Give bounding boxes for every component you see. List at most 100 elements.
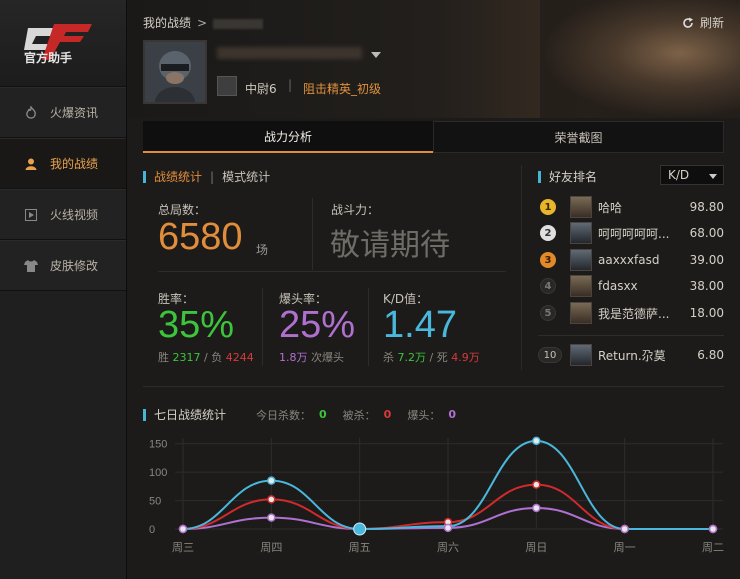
divider — [312, 198, 313, 270]
combat-power-value: 敬请期待 — [330, 228, 450, 263]
rank-number: 5 — [540, 305, 556, 321]
friend-value: 98.80 — [689, 200, 724, 214]
ranking-sort-select[interactable]: K/D — [660, 165, 724, 185]
sidebar-item-news[interactable]: 火爆资讯 — [0, 87, 126, 138]
loss-count: 4244 — [225, 351, 254, 364]
kill-count: 7.2万 — [397, 351, 427, 364]
kill-prefix: 杀 — [383, 351, 394, 364]
account-dropdown-caret[interactable] — [371, 52, 381, 58]
friend-avatar — [570, 196, 592, 218]
cf-logo-icon: 官方助手 — [24, 24, 92, 65]
loss-prefix: / 负 — [200, 351, 223, 364]
data-point — [443, 523, 453, 533]
friend-avatar — [570, 249, 592, 271]
self-rank-number: 10 — [538, 347, 562, 363]
user-icon — [24, 157, 38, 171]
stats-subtabs: 战绩统计 | 模式统计 — [143, 168, 270, 185]
death-count: 4.9万 — [451, 351, 480, 364]
friend-avatar — [570, 302, 592, 324]
seven-day-header: 七日战绩统计 今日杀数： 0 被杀： 0 爆头： 0 — [143, 406, 472, 423]
headshot-rate-value: 25% — [279, 304, 356, 346]
friend-row[interactable]: 4 fdasxx 38.00 — [538, 274, 724, 298]
self-avatar — [570, 344, 592, 366]
player-rank: 中尉6 — [245, 82, 277, 96]
data-point — [532, 436, 541, 446]
killed-label: 被杀： — [342, 408, 376, 422]
x-tick-label: 周一 — [614, 541, 636, 554]
friend-name: 呵呵呵呵呵... — [598, 226, 670, 241]
seven-day-chart: 0 50 100 150 周三 周四 周五 周六 周日 周一 周二 — [149, 436, 724, 554]
shirt-icon — [24, 259, 38, 273]
bronze-medal-icon: 3 — [540, 252, 556, 268]
breadcrumb-separator: > — [197, 16, 208, 30]
subtab-mode-stats[interactable]: 模式统计 — [222, 168, 270, 185]
headshot-count: 1.8万 — [279, 351, 308, 364]
friend-row[interactable]: 2 呵呵呵呵呵... 68.00 — [538, 221, 724, 245]
today-kills-label: 今日杀数： — [256, 408, 312, 422]
refresh-button[interactable]: 刷新 — [682, 14, 724, 31]
x-tick-label: 周五 — [349, 541, 371, 554]
killed-value: 0 — [383, 408, 392, 421]
data-point — [178, 524, 188, 534]
tab-combat-analysis[interactable]: 战力分析 — [143, 121, 433, 153]
divider — [521, 165, 522, 370]
win-loss-detail: 胜 2317 / 负 4244 — [158, 349, 254, 365]
y-tick-label: 0 — [149, 524, 155, 536]
friend-value: 39.00 — [689, 253, 724, 267]
rank-separator: | — [288, 78, 293, 92]
headshot-value: 0 — [448, 408, 456, 421]
friend-row[interactable]: 5 我是范德萨... 18.00 — [538, 301, 724, 325]
friend-name: 我是范德萨... — [598, 306, 670, 321]
self-value: 6.80 — [697, 348, 724, 362]
divider — [368, 288, 369, 366]
x-tick-label: 周三 — [172, 541, 194, 554]
win-count: 2317 — [172, 351, 201, 364]
total-games-value: 6580 — [158, 216, 243, 258]
self-rank-row[interactable]: 10 Return.尕莫 6.80 — [538, 343, 724, 367]
silver-medal-icon: 2 — [540, 225, 556, 241]
win-rate-value: 35% — [158, 304, 235, 346]
death-prefix: / 死 — [426, 351, 448, 364]
friend-row[interactable]: 3 aaxxxfasd 39.00 — [538, 248, 724, 272]
rank-number: 4 — [540, 278, 556, 294]
friend-row[interactable]: 1 哈哈 98.80 — [538, 195, 724, 219]
main-panel: 我的战绩 > 刷新 中尉6 | 阻击精英_初级 战力分析 荣誉截图 战绩统计 | — [128, 0, 740, 579]
kill-death-detail: 杀 7.2万 / 死 4.9万 — [383, 349, 480, 365]
section-marker — [538, 170, 541, 183]
chevron-down-icon — [709, 174, 717, 179]
y-tick-label: 50 — [149, 496, 161, 508]
subtab-record-stats[interactable]: 战绩统计 — [154, 168, 202, 185]
data-point — [267, 513, 276, 522]
profile-header: 我的战绩 > 刷新 中尉6 | 阻击精英_初级 — [128, 0, 740, 118]
x-tick-label: 周六 — [437, 541, 459, 554]
refresh-icon — [683, 17, 693, 28]
headshot-suffix: 次爆头 — [307, 351, 344, 364]
section-marker — [143, 408, 146, 421]
cf-logo: 官方助手 — [0, 0, 126, 87]
sidebar-item-skin[interactable]: 皮肤修改 — [0, 240, 126, 291]
self-name: Return.尕莫 — [598, 348, 666, 363]
headshot-detail: 1.8万 次爆头 — [279, 349, 344, 365]
tab-honor-screenshots[interactable]: 荣誉截图 — [433, 121, 724, 153]
sidebar: 官方助手 火爆资讯 我的战绩 火线视频 皮肤修改 — [0, 0, 127, 579]
sidebar-item-my-record[interactable]: 我的战绩 — [0, 138, 126, 189]
gold-medal-icon: 1 — [540, 199, 556, 215]
main-tabs: 战力分析 荣誉截图 — [143, 121, 724, 153]
seven-day-title: 七日战绩统计 — [154, 408, 227, 422]
friends-ranking-title: 好友排名 — [538, 168, 597, 185]
subtab-divider: | — [210, 169, 215, 184]
sidebar-item-video[interactable]: 火线视频 — [0, 189, 126, 240]
friend-value: 68.00 — [689, 226, 724, 240]
flame-icon — [24, 105, 38, 120]
x-tick-label: 周日 — [525, 541, 547, 554]
friend-name: aaxxxfasd — [598, 253, 660, 267]
data-point — [708, 524, 718, 534]
friend-value: 18.00 — [689, 306, 724, 320]
breadcrumb: 我的战绩 > — [143, 14, 264, 31]
breadcrumb-root[interactable]: 我的战绩 — [143, 16, 191, 30]
x-tick-label: 周四 — [260, 541, 282, 554]
player-nickname-blurred — [217, 47, 362, 59]
friend-avatar — [570, 222, 592, 244]
friend-value: 38.00 — [689, 279, 724, 293]
highlight-point — [353, 522, 367, 536]
